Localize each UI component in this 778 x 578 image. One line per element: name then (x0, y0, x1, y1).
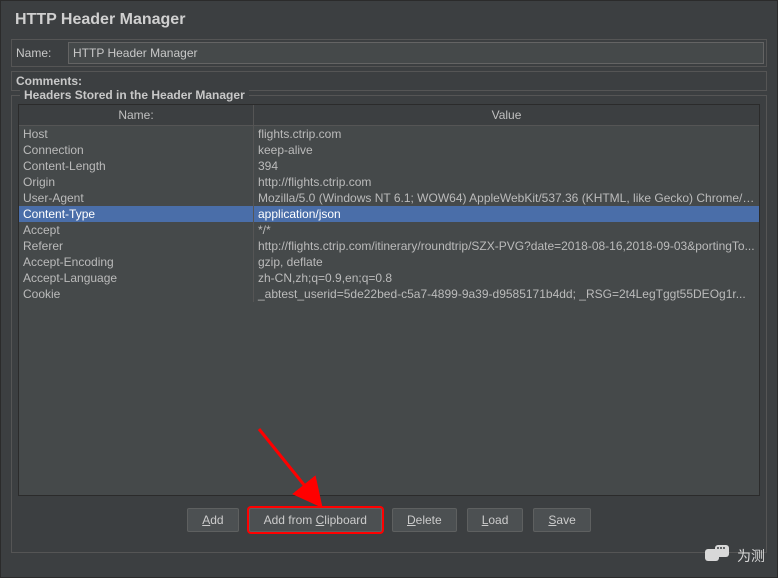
table-row[interactable]: Connectionkeep-alive (19, 142, 759, 158)
header-name-cell[interactable]: Cookie (19, 286, 254, 302)
watermark: 为测 (705, 545, 765, 567)
headers-table-wrap: Name: Value Hostflights.ctrip.comConnect… (18, 104, 760, 496)
http-header-manager-panel: HTTP Header Manager Name: Comments: Head… (0, 0, 778, 578)
table-row[interactable]: Accept-Encodinggzip, deflate (19, 254, 759, 270)
header-value-cell[interactable]: http://flights.ctrip.com/itinerary/round… (254, 238, 760, 254)
table-row[interactable]: Hostflights.ctrip.com (19, 126, 759, 143)
headers-group: Headers Stored in the Header Manager Nam… (11, 95, 767, 553)
delete-button[interactable]: Delete (392, 508, 457, 532)
comments-label: Comments: (16, 74, 82, 88)
table-row[interactable]: Originhttp://flights.ctrip.com (19, 174, 759, 190)
table-row[interactable]: Accept*/* (19, 222, 759, 238)
header-name-cell[interactable]: Referer (19, 238, 254, 254)
table-row[interactable]: User-AgentMozilla/5.0 (Windows NT 6.1; W… (19, 190, 759, 206)
header-value-cell[interactable]: Mozilla/5.0 (Windows NT 6.1; WOW64) Appl… (254, 190, 760, 206)
header-name-cell[interactable]: Accept-Encoding (19, 254, 254, 270)
table-row[interactable]: Content-Length394 (19, 158, 759, 174)
header-value-cell[interactable]: flights.ctrip.com (254, 126, 760, 143)
header-name-cell[interactable]: Accept (19, 222, 254, 238)
group-title: Headers Stored in the Header Manager (20, 88, 249, 102)
name-label: Name: (14, 46, 68, 60)
col-name[interactable]: Name: (19, 105, 254, 126)
header-value-cell[interactable]: keep-alive (254, 142, 760, 158)
name-row: Name: (11, 39, 767, 67)
header-value-cell[interactable]: http://flights.ctrip.com (254, 174, 760, 190)
header-name-cell[interactable]: Content-Type (19, 206, 254, 222)
name-input[interactable] (68, 42, 764, 64)
header-name-cell[interactable]: Content-Length (19, 158, 254, 174)
col-value[interactable]: Value (254, 105, 760, 126)
header-name-cell[interactable]: User-Agent (19, 190, 254, 206)
header-name-cell[interactable]: Host (19, 126, 254, 143)
header-value-cell[interactable]: zh-CN,zh;q=0.9,en;q=0.8 (254, 270, 760, 286)
header-value-cell[interactable]: 394 (254, 158, 760, 174)
add-button-rest: dd (210, 513, 223, 527)
table-row[interactable]: Accept-Languagezh-CN,zh;q=0.9,en;q=0.8 (19, 270, 759, 286)
table-row[interactable]: Content-Typeapplication/json (19, 206, 759, 222)
table-row[interactable]: Cookie_abtest_userid=5de22bed-c5a7-4899-… (19, 286, 759, 302)
button-bar: Add Add from Clipboard Delete Load Save (18, 508, 760, 532)
table-row[interactable]: Refererhttp://flights.ctrip.com/itinerar… (19, 238, 759, 254)
header-value-cell[interactable]: gzip, deflate (254, 254, 760, 270)
header-value-cell[interactable]: application/json (254, 206, 760, 222)
watermark-text: 为测 (737, 546, 765, 566)
load-button[interactable]: Load (467, 508, 524, 532)
panel-title: HTTP Header Manager (15, 11, 767, 29)
header-name-cell[interactable]: Accept-Language (19, 270, 254, 286)
header-value-cell[interactable]: _abtest_userid=5de22bed-c5a7-4899-9a39-d… (254, 286, 760, 302)
header-name-cell[interactable]: Connection (19, 142, 254, 158)
save-button[interactable]: Save (533, 508, 590, 532)
header-name-cell[interactable]: Origin (19, 174, 254, 190)
add-button[interactable]: Add (187, 508, 238, 532)
header-value-cell[interactable]: */* (254, 222, 760, 238)
headers-table[interactable]: Name: Value Hostflights.ctrip.comConnect… (19, 105, 759, 302)
wechat-icon (705, 545, 731, 567)
add-from-clipboard-button[interactable]: Add from Clipboard (249, 508, 382, 532)
